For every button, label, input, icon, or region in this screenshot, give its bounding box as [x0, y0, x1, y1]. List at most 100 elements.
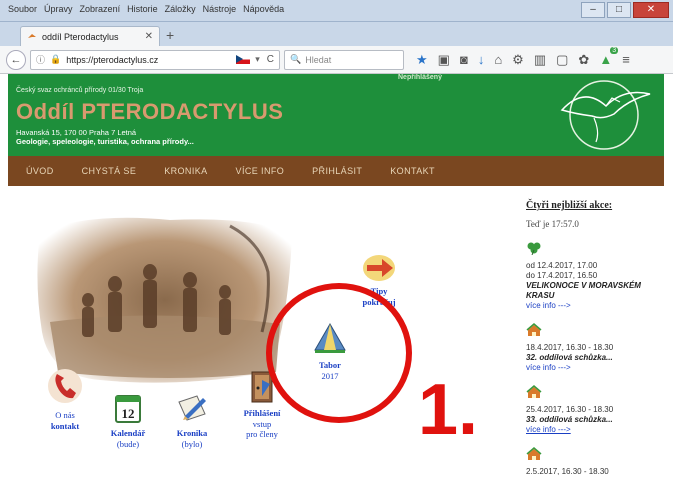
home-icon[interactable]: ⌂	[494, 52, 502, 67]
url-bar[interactable]: ⓘ 🔒 https://pterodactylus.cz ▾ C	[30, 49, 280, 70]
event-more-link[interactable]: více info --->	[526, 363, 666, 373]
pterodactyl-logo-icon	[560, 80, 651, 150]
event-date: 2.5.2017, 16.30 - 18.30	[526, 467, 609, 476]
site-header: Český svaz ochránců přírody 01/30 Troja …	[8, 74, 664, 156]
o-nas-line2: kontakt	[50, 420, 80, 431]
hero-photo	[37, 217, 292, 383]
calendar-day-number: 12	[122, 406, 135, 421]
meeting-icon	[526, 447, 542, 460]
gear-icon[interactable]: ✿	[578, 52, 589, 68]
event-title: VELIKONOCE V MORAVSKÉM KRASU	[526, 281, 641, 300]
info-icon[interactable]: ⓘ	[36, 53, 45, 66]
bookmark-star-icon[interactable]: ★	[416, 52, 428, 68]
nav-prihlasit[interactable]: PŘIHLÁSIT	[312, 166, 362, 176]
writing-pen-icon	[178, 395, 206, 421]
menu-help[interactable]: Nápověda	[243, 4, 284, 14]
nav-vice-info[interactable]: VÍCE INFO	[236, 166, 285, 176]
prihlaseni-line1: Přihlášení	[243, 408, 281, 418]
events-sidebar: Čtyři nejbližší akce: Teď je 17:57.0 od …	[526, 200, 666, 477]
kronika-line2: (bylo)	[181, 438, 203, 449]
search-input[interactable]: 🔍 Hledat	[284, 49, 404, 70]
back-icon[interactable]: ←	[6, 49, 26, 70]
annotation-circle	[266, 283, 412, 423]
site-title[interactable]: Oddíl PTERODACTYLUS	[16, 99, 283, 125]
kalendar-line1: Kalendář	[110, 428, 146, 438]
event-item: od 12.4.2017, 17.00 do 17.4.2017, 16.50 …	[526, 241, 666, 311]
maximize-button[interactable]: □	[607, 2, 631, 18]
favicon-icon	[28, 33, 36, 38]
reading-list-icon[interactable]: ▣	[438, 52, 450, 68]
lock-icon: 🔒	[50, 54, 62, 64]
org-line: Český svaz ochránců přírody 01/30 Troja	[16, 87, 144, 94]
menu-view[interactable]: Zobrazení	[80, 4, 121, 14]
web-page: Český svaz ochránců přírody 01/30 Troja …	[0, 74, 673, 497]
search-placeholder: Hledat	[305, 54, 332, 65]
tab-title: oddíl Pterodactylus	[42, 31, 119, 42]
navigation-toolbar: ← ⓘ 🔒 https://pterodactylus.cz ▾ C 🔍 Hle…	[0, 46, 673, 74]
telephone-icon	[48, 369, 82, 403]
reload-icon[interactable]: C	[267, 54, 274, 65]
download-icon[interactable]: ↓	[478, 52, 485, 67]
event-item: 25.4.2017, 16.30 - 18.30 33. oddílová sc…	[526, 385, 666, 435]
tab-close-icon[interactable]: ✕	[145, 31, 153, 42]
minimize-button[interactable]: –	[581, 2, 605, 18]
menu-edit[interactable]: Úpravy	[44, 4, 73, 14]
kronika-link[interactable]: Kronika (bylo)	[164, 392, 220, 449]
meeting-icon	[526, 385, 542, 398]
toolbar-icons: ★ ▣ ◙ ↓ ⌂ ⚙ ▥ ▢ ✿ ▲ 3 ≡	[416, 47, 630, 68]
prihlaseni-line2: vstup	[252, 418, 272, 429]
search-icon: 🔍	[290, 54, 302, 64]
event-more-link[interactable]: více info --->	[526, 425, 666, 435]
tagline: Geologie, speleologie, turistika, ochran…	[16, 137, 194, 146]
event-date: 18.4.2017, 16.30 - 18.30	[526, 343, 614, 352]
window-titlebar: Soubor Úpravy Zobrazení Historie Záložky…	[0, 0, 673, 22]
meeting-icon	[526, 323, 542, 336]
extension-icon[interactable]: ⚙	[512, 52, 524, 68]
event-more-link[interactable]: více info --->	[526, 301, 666, 311]
clover-icon	[527, 242, 541, 256]
nav-chysta-se[interactable]: CHYSTÁ SE	[82, 166, 137, 176]
event-item: 2.5.2017, 16.30 - 18.30	[526, 447, 666, 477]
calendar-icon: 12	[115, 395, 141, 423]
menu-file[interactable]: Soubor	[8, 4, 37, 14]
kronika-line1: Kronika	[176, 428, 208, 438]
arrow-right-icon	[363, 255, 395, 281]
annotation-step-number: 1.	[418, 370, 479, 450]
event-date-end: do 17.4.2017, 16.50	[526, 271, 598, 280]
new-tab-icon[interactable]: +	[166, 27, 174, 43]
tab-bar: oddíl Pterodactylus ✕ +	[0, 22, 673, 46]
pocket-icon[interactable]: ◙	[460, 52, 468, 67]
kalendar-link[interactable]: 12 Kalendář (bude)	[100, 392, 156, 449]
event-date: 25.4.2017, 16.30 - 18.30	[526, 405, 614, 414]
kalendar-line2: (bude)	[116, 438, 140, 449]
menu-bookmarks[interactable]: Záložky	[165, 4, 196, 14]
window-controls: – □ ✕	[581, 2, 669, 18]
prihlaseni-line3: pro členy	[246, 429, 278, 440]
dropdown-icon[interactable]: ▾	[255, 54, 260, 65]
login-status: Nepřihlášený	[398, 74, 442, 81]
o-nas-line1: O nás	[55, 410, 75, 420]
addon-badge-icon[interactable]: ▲ 3	[599, 47, 619, 67]
nav-kronika[interactable]: KRONIKA	[164, 166, 207, 176]
close-window-button[interactable]: ✕	[633, 2, 669, 18]
nav-kontakt[interactable]: KONTAKT	[390, 166, 435, 176]
hamburger-menu-icon[interactable]: ≡	[622, 52, 630, 67]
current-time: Teď je 17:57.0	[526, 219, 579, 229]
menu-tools[interactable]: Nástroje	[203, 4, 237, 14]
url-text[interactable]: https://pterodactylus.cz	[66, 55, 231, 65]
event-title: 33. oddílová schůzka...	[526, 415, 613, 424]
event-item: 18.4.2017, 16.30 - 18.30 32. oddílová sc…	[526, 323, 666, 373]
main-navigation: ÚVOD CHYSTÁ SE KRONIKA VÍCE INFO PŘIHLÁS…	[8, 156, 664, 186]
event-title: 32. oddílová schůzka...	[526, 353, 613, 362]
address-line: Havanská 15, 170 00 Praha 7 Letná	[16, 128, 137, 137]
browser-tab[interactable]: oddíl Pterodactylus ✕	[20, 26, 160, 46]
menu-history[interactable]: Historie	[127, 4, 158, 14]
page-action-icon[interactable]: ▢	[556, 52, 568, 68]
events-title: Čtyři nejbližší akce:	[526, 200, 613, 211]
o-nas-link[interactable]: O nás kontakt	[38, 366, 92, 431]
menu-bar: Soubor Úpravy Zobrazení Historie Záložky…	[8, 4, 284, 14]
nav-uvod[interactable]: ÚVOD	[26, 166, 54, 176]
czech-flag-icon	[236, 55, 251, 64]
event-date: od 12.4.2017, 17.00	[526, 261, 598, 270]
sidebar-icon[interactable]: ▥	[534, 52, 546, 68]
